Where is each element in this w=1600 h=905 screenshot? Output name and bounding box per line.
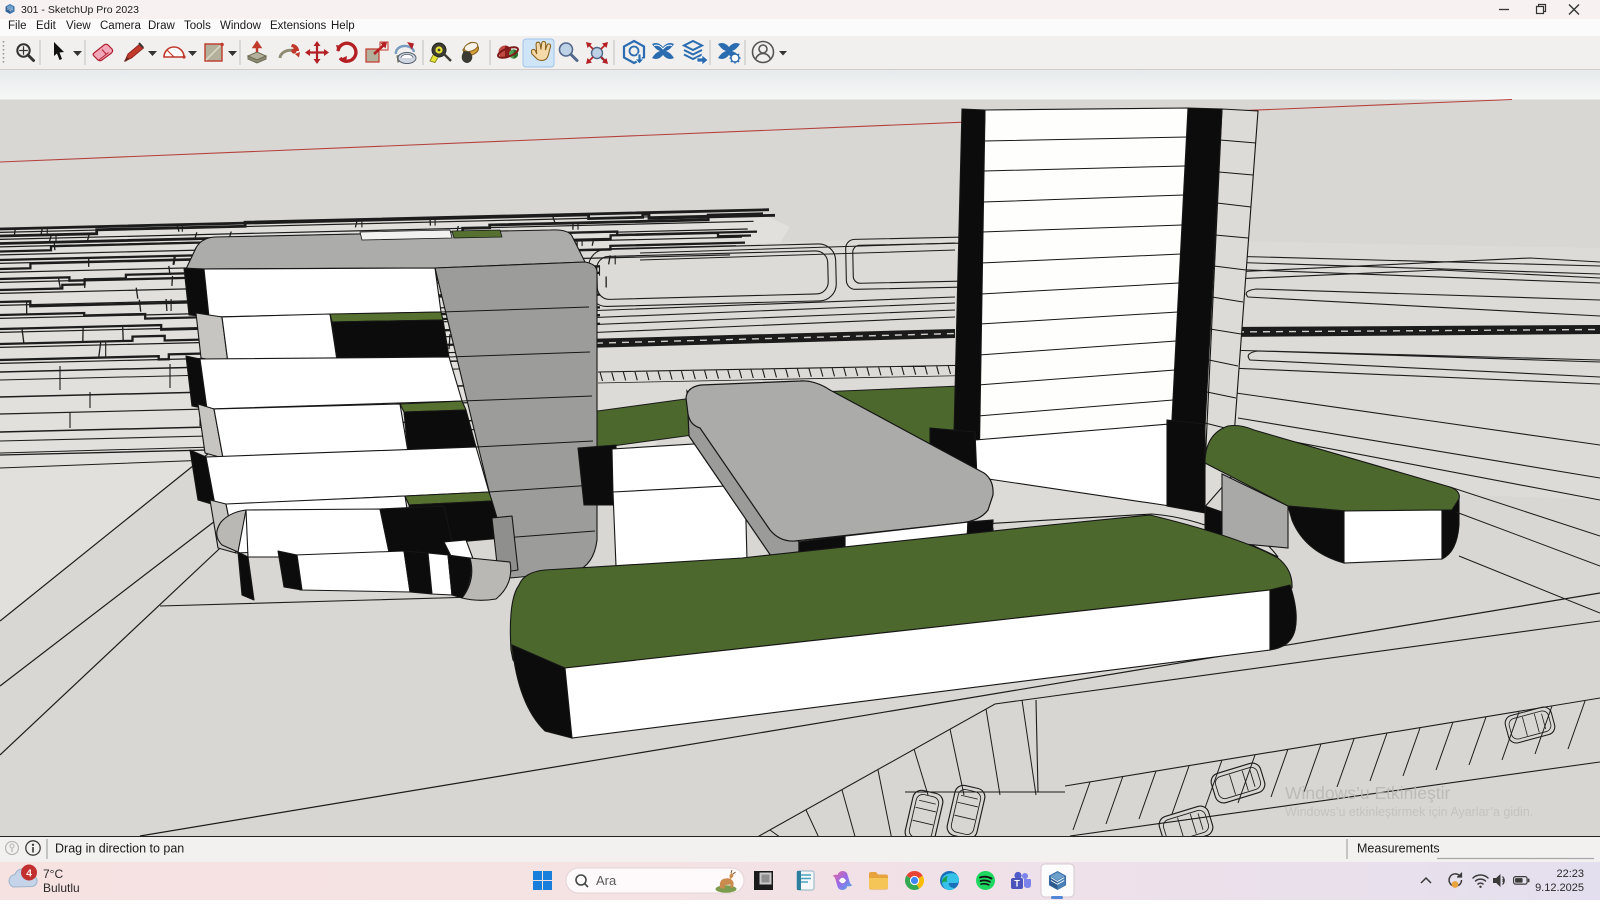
svg-text:Windows’u etkinleştirmek için: Windows’u etkinleştirmek için Ayarlar’a … [1285, 805, 1533, 819]
svg-text:7°C: 7°C [43, 867, 63, 881]
svg-text:9.12.2025: 9.12.2025 [1535, 882, 1584, 894]
svg-text:4: 4 [26, 868, 32, 880]
svg-text:22:23: 22:23 [1556, 868, 1584, 880]
svg-text:Measurements: Measurements [1357, 842, 1440, 856]
svg-text:Bulutlu: Bulutlu [43, 881, 80, 895]
svg-text:Windows’u Etkinleştir: Windows’u Etkinleştir [1285, 783, 1450, 803]
svg-text:T: T [1014, 879, 1020, 889]
svg-text:Drag in direction to pan: Drag in direction to pan [55, 842, 184, 856]
svg-text:Ara: Ara [596, 873, 617, 888]
